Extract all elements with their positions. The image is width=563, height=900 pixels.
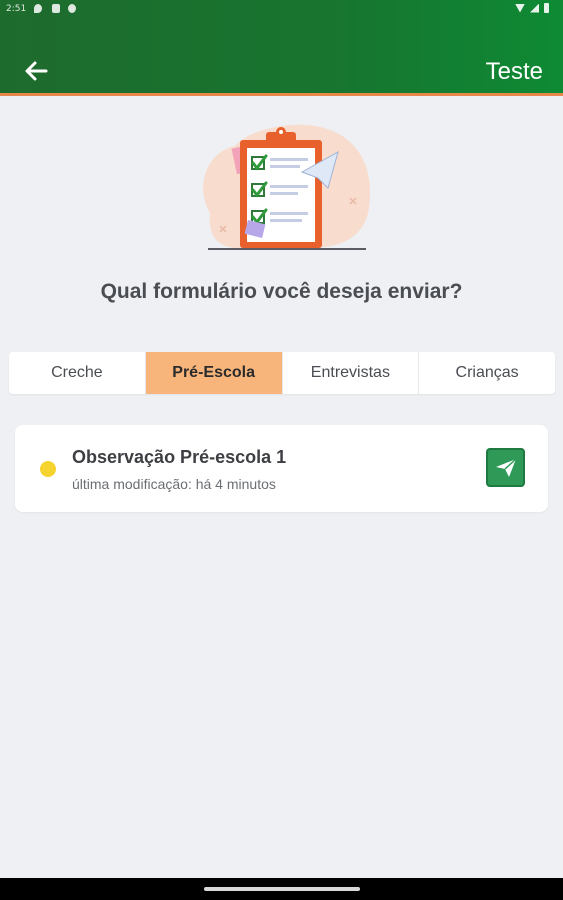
list-item[interactable]: Observação Pré-escola 1 última modificaç… (15, 425, 548, 512)
form-last-modified: última modificação: há 4 minutos (72, 476, 276, 492)
status-bar: 2:51 (0, 0, 563, 20)
battery-icon (544, 3, 549, 13)
clipboard-checklist-icon (190, 118, 380, 258)
wifi-icon (515, 3, 525, 13)
signal-icon (530, 3, 539, 13)
status-right-icons (515, 3, 549, 13)
question-heading: Qual formulário você deseja enviar? (100, 280, 463, 303)
page-title: Teste (485, 58, 543, 85)
status-time: 2:51 (6, 4, 27, 14)
app-header: 2:51 Teste (0, 0, 563, 96)
gear-icon (68, 4, 76, 13)
navigation-bar (0, 878, 563, 900)
tab-entrevistas[interactable]: Entrevistas (283, 352, 420, 394)
status-dot (40, 461, 56, 477)
form-tabs: Creche Pré-Escola Entrevistas Crianças (9, 352, 555, 394)
home-indicator[interactable] (204, 887, 360, 891)
send-icon (495, 457, 517, 477)
form-title: Observação Pré-escola 1 (72, 447, 287, 467)
tab-criancas[interactable]: Crianças (419, 352, 555, 394)
send-button[interactable] (486, 448, 525, 487)
tab-pre-escola[interactable]: Pré-Escola (145, 352, 283, 394)
location-icon (34, 4, 42, 13)
arrow-left-icon (25, 61, 48, 81)
back-button[interactable] (18, 56, 54, 86)
clipboard-icon (52, 4, 60, 13)
tab-creche[interactable]: Creche (9, 352, 146, 394)
